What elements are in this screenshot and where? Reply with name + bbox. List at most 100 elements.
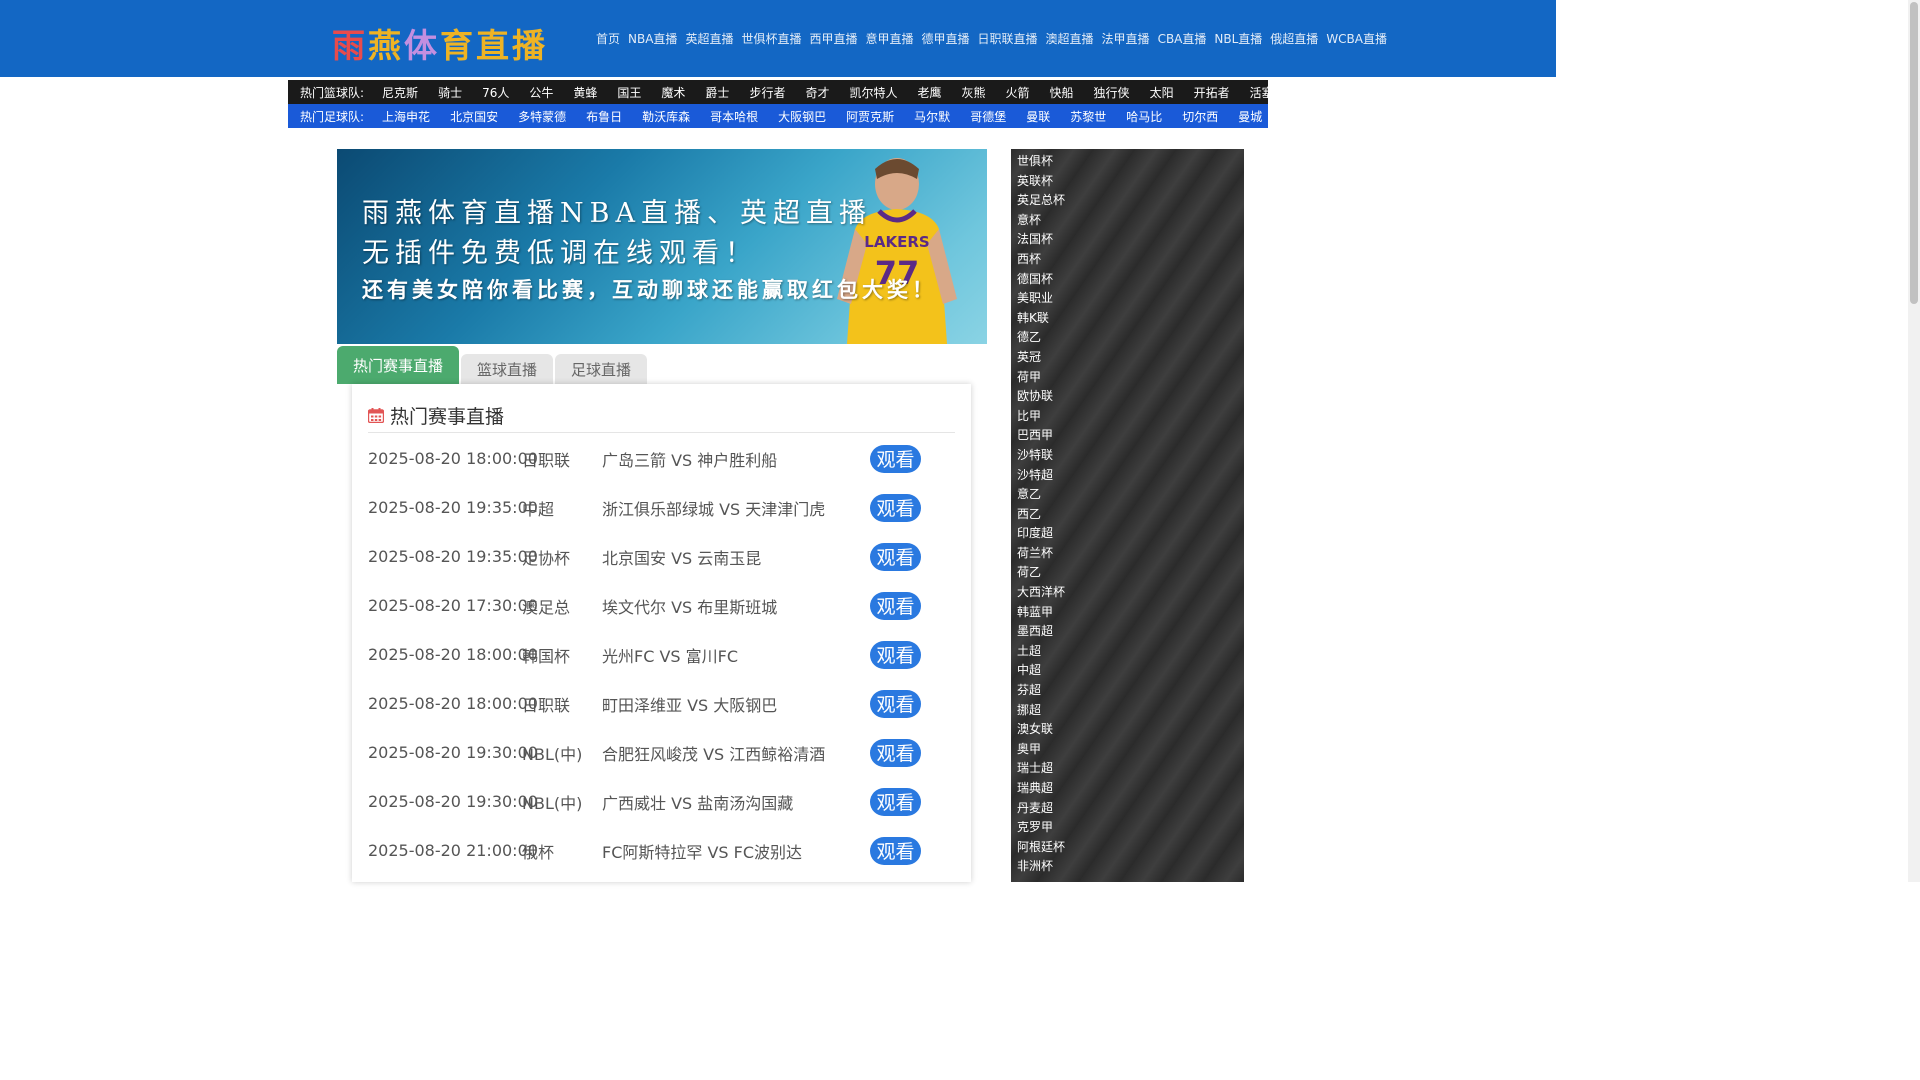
basketball-team-link[interactable]: 国王 [607,84,651,101]
watch-button[interactable]: 观看 [870,444,921,473]
sidebar-league-link[interactable]: 非洲杯 [1011,857,1244,877]
basketball-team-link[interactable]: 快船 [1040,84,1084,101]
sidebar-league-link[interactable]: 沙特超 [1011,466,1244,486]
sidebar-league-link[interactable]: 德乙 [1011,328,1244,348]
tab-hot-matches[interactable]: 热门赛事直播 [337,346,460,384]
scrollbar-thumb[interactable] [1910,2,1918,304]
sidebar-league-link[interactable]: 英联杯 [1011,172,1244,192]
football-team-link[interactable]: 多特蒙德 [508,108,576,125]
sidebar-league-link[interactable]: 芬超 [1011,681,1244,701]
nav-nba[interactable]: NBA直播 [628,30,677,48]
sidebar-league-link[interactable]: 意杯 [1011,211,1244,231]
watch-button[interactable]: 观看 [870,640,921,669]
basketball-team-link[interactable]: 步行者 [739,84,795,101]
watch-button[interactable]: 观看 [870,591,921,620]
sidebar-league-link[interactable]: 大西洋杯 [1011,583,1244,603]
football-team-link[interactable]: 大阪钢巴 [768,108,836,125]
sidebar-league-link[interactable]: 荷兰杯 [1011,544,1244,564]
sidebar-league-link[interactable]: 德国杯 [1011,270,1244,290]
basketball-team-link[interactable]: 76人 [472,84,519,101]
football-team-link[interactable]: 哥德堡 [960,108,1016,125]
sidebar-league-link[interactable]: 丹麦超 [1011,799,1244,819]
football-team-link[interactable]: 阿贾克斯 [836,108,904,125]
sidebar-league-link[interactable]: 墨西超 [1011,622,1244,642]
watch-button[interactable]: 观看 [870,493,921,522]
football-team-link[interactable]: 北京国安 [440,108,508,125]
sidebar-league-link[interactable]: 土超 [1011,642,1244,662]
nav-laliga[interactable]: 西甲直播 [809,30,857,48]
basketball-team-link[interactable]: 火箭 [996,84,1040,101]
football-team-link[interactable]: 勒沃库森 [632,108,700,125]
basketball-team-link[interactable]: 凯尔特人 [839,84,907,101]
sidebar-league-link[interactable]: 奥甲 [1011,740,1244,760]
watch-button[interactable]: 观看 [870,836,921,865]
sidebar-league-link[interactable]: 英足总杯 [1011,191,1244,211]
site-logo[interactable]: 雨 燕 体 育 直 播 [332,23,548,65]
basketball-team-link[interactable]: 开拓者 [1184,84,1240,101]
sidebar-league-link[interactable]: 巴西甲 [1011,426,1244,446]
sidebar-league-link[interactable]: 比甲 [1011,407,1244,427]
sidebar-league-link[interactable]: 世俱杯 [1011,152,1244,172]
sidebar-league-link[interactable]: 荷甲 [1011,368,1244,388]
basketball-team-link[interactable]: 爵士 [695,84,739,101]
football-team-link[interactable]: 苏黎世 [1060,108,1116,125]
sidebar-league-link[interactable]: 澳女联 [1011,720,1244,740]
sidebar-league-link[interactable]: 西乙 [1011,505,1244,525]
basketball-team-link[interactable]: 尼克斯 [372,84,428,101]
tab-basketball[interactable]: 篮球直播 [461,354,554,384]
watch-button[interactable]: 观看 [870,689,921,718]
basketball-team-link[interactable]: 骑士 [428,84,472,101]
sidebar-league-link[interactable]: 意乙 [1011,485,1244,505]
sidebar-league-link[interactable]: 挪超 [1011,701,1244,721]
sidebar-league-link[interactable]: 印度超 [1011,524,1244,544]
basketball-team-link[interactable]: 太阳 [1140,84,1184,101]
football-team-link[interactable]: 曼城 [1228,108,1268,125]
nav-j-league[interactable]: 日职联直播 [978,30,1038,48]
sidebar-league-link[interactable]: 阿根廷杯 [1011,838,1244,858]
sidebar-league-link[interactable]: 西杯 [1011,250,1244,270]
nav-club-world-cup[interactable]: 世俱杯直播 [741,30,801,48]
nav-a-league[interactable]: 澳超直播 [1046,30,1094,48]
basketball-team-link[interactable]: 黄蜂 [563,84,607,101]
nav-ligue-1[interactable]: 法甲直播 [1102,30,1150,48]
promo-banner[interactable]: LAKERS 77 雨燕体育直播NBA直播、英超直播 无插件免费低调在线观看！ … [337,149,987,344]
sidebar-league-link[interactable]: 法国杯 [1011,230,1244,250]
sidebar-league-link[interactable]: 克罗甲 [1011,818,1244,838]
nav-serie-a[interactable]: 意甲直播 [865,30,913,48]
watch-button[interactable]: 观看 [870,787,921,816]
sidebar-league-link[interactable]: 瑞士超 [1011,759,1244,779]
page-scrollbar[interactable] [1908,0,1920,882]
sidebar-league-link[interactable]: 沙特联 [1011,446,1244,466]
basketball-team-link[interactable]: 魔术 [651,84,695,101]
basketball-team-link[interactable]: 活塞 [1240,84,1268,101]
football-team-link[interactable]: 布鲁日 [576,108,632,125]
sidebar-league-link[interactable]: 英冠 [1011,348,1244,368]
football-team-link[interactable]: 马尔默 [904,108,960,125]
basketball-team-link[interactable]: 老鹰 [907,84,951,101]
football-team-link[interactable]: 上海申花 [372,108,440,125]
watch-button[interactable]: 观看 [870,738,921,767]
sidebar-league-link[interactable]: 美职业 [1011,289,1244,309]
nav-bundesliga[interactable]: 德甲直播 [922,30,970,48]
tab-football[interactable]: 足球直播 [555,354,648,384]
football-team-link[interactable]: 哥本哈根 [700,108,768,125]
football-team-link[interactable]: 哈马比 [1116,108,1172,125]
nav-nbl[interactable]: NBL直播 [1214,30,1262,48]
nav-russian-league[interactable]: 俄超直播 [1270,30,1318,48]
nav-premier-league[interactable]: 英超直播 [685,30,733,48]
basketball-team-link[interactable]: 灰熊 [952,84,996,101]
sidebar-league-link[interactable]: 韩蓝甲 [1011,603,1244,623]
watch-button[interactable]: 观看 [870,542,921,571]
sidebar-league-link[interactable]: 韩K联 [1011,309,1244,329]
basketball-team-link[interactable]: 奇才 [795,84,839,101]
sidebar-league-link[interactable]: 荷乙 [1011,563,1244,583]
basketball-team-link[interactable]: 公牛 [519,84,563,101]
nav-cba[interactable]: CBA直播 [1158,30,1207,48]
basketball-team-link[interactable]: 独行侠 [1084,84,1140,101]
nav-wcba[interactable]: WCBA直播 [1326,30,1387,48]
sidebar-league-link[interactable]: 中超 [1011,661,1244,681]
nav-home[interactable]: 首页 [596,30,620,48]
sidebar-league-link[interactable]: 欧协联 [1011,387,1244,407]
football-team-link[interactable]: 曼联 [1016,108,1060,125]
football-team-link[interactable]: 切尔西 [1172,108,1228,125]
